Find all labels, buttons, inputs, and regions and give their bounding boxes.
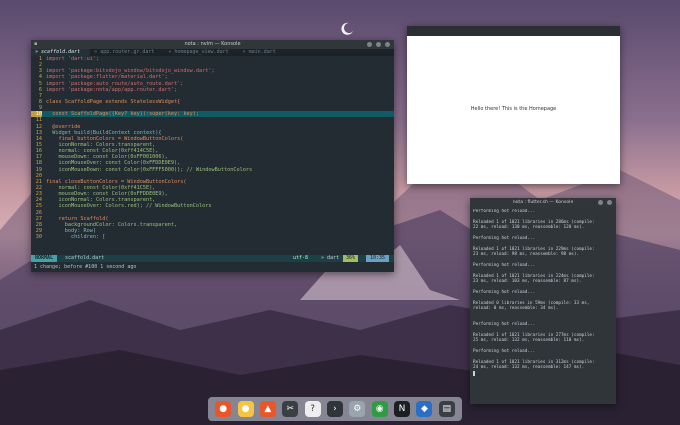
buffer-tabline: » scaffold.dart » app.router.gr.dart » h… (31, 49, 394, 56)
tab-main-dart[interactable]: » main.dart (239, 49, 286, 56)
terminal-line: 24 ms, reload: 132 ms, reassemble: 147 m… (473, 365, 585, 371)
line-text: Widget build(BuildContext context){ (46, 129, 162, 136)
terminal-window-title: nota : flutter.sh — Konsole (512, 200, 574, 205)
dock: ● ● ▲ ✂? › ⚙ ◉ N ◆ ▤ (208, 397, 462, 421)
help-icon[interactable]: ? (304, 401, 321, 417)
line-number: 30 (35, 234, 42, 241)
status-line: NORMAL scaffold.dart utf-8 » dart 36% 10… (31, 255, 394, 262)
line-text: import 'dart:ui'; (46, 56, 100, 62)
line-text: final buttonColors = WindowButtonColors( (46, 135, 184, 142)
line-text: children: [ (46, 234, 106, 241)
terminal-icon[interactable]: › (326, 401, 343, 417)
tab-homepage-view[interactable]: » homepage_view.dart (164, 49, 238, 56)
line-text: import 'package:bitsdojo_window/bitsdojo… (46, 68, 215, 75)
code-line[interactable]: 30 children: [ (31, 234, 394, 240)
status-filetype: » dart (321, 255, 340, 261)
office-icon[interactable]: ▲ (259, 401, 276, 417)
terminal-cursor (473, 370, 475, 376)
tab-scaffold-dart[interactable]: » scaffold.dart (31, 49, 91, 56)
line-text: import 'package:auto_route/auto_route.da… (46, 80, 184, 87)
terminal-titlebar[interactable]: nota : flutter.sh — Konsole (470, 198, 616, 207)
terminal-window[interactable]: nota : flutter.sh — Konsole Performing h… (470, 198, 616, 404)
terminal-minimize-button[interactable] (598, 200, 603, 205)
status-encoding: utf-8 (293, 255, 309, 261)
window-menu-icon[interactable]: ▪ (34, 40, 37, 49)
line-text: import 'package:nota/app/app.router.dart… (46, 86, 178, 93)
tools-icon[interactable]: ✂ (282, 401, 299, 417)
vscode-icon[interactable]: ◆ (416, 401, 433, 417)
editor-window[interactable]: ▪ nota : nvim — Konsole » scaffold.dart … (31, 40, 394, 272)
code-editor-area[interactable]: 1 import 'dart:ui'; 2 3 import 'package:bits… (31, 56, 394, 252)
line-text: normal: const Color(0xff414C5E), (46, 148, 159, 155)
line-text: mouseDown: const Color(0xFFDDE0E9), (46, 191, 168, 198)
maximize-button[interactable] (376, 42, 381, 47)
editor-window-title: nota : nvim — Konsole (184, 41, 241, 47)
line-text: body: Row( (46, 227, 96, 234)
line-text: const ScaffoldPage({Key? key}):super(key… (46, 111, 200, 118)
line-text: iconNormal: Colors.transparent, (46, 197, 156, 204)
tab-app-router[interactable]: » app.router.gr.dart (90, 49, 164, 56)
settings-icon[interactable]: ⚙ (349, 401, 366, 417)
line-text: @override (46, 123, 81, 130)
message-line: 1 change; before #100 1 second ago (34, 264, 137, 270)
mode-indicator: NORMAL (31, 255, 58, 262)
line-text: normal: const Color(0xff41C5E), (46, 184, 156, 191)
status-filename: scaffold.dart (65, 255, 105, 261)
line-text: iconMouseOver: const Color(0xFFDDE0E9), (46, 160, 181, 167)
app-preview-window[interactable]: Hello there! This is the Homepage (407, 26, 620, 184)
app-titlebar[interactable] (407, 26, 620, 36)
minimize-button[interactable] (367, 42, 372, 47)
close-button[interactable] (385, 42, 390, 47)
status-percent: 36% (343, 255, 359, 262)
notes-icon[interactable]: ● (237, 401, 254, 417)
neovim-icon[interactable]: N (394, 401, 411, 417)
terminal-close-button[interactable] (607, 200, 612, 205)
firefox-icon[interactable]: ● (215, 401, 232, 417)
line-text: mouseDown: const Color(0xFF001006), (46, 154, 168, 161)
status-position: 10:35 (366, 255, 390, 262)
line-text: iconMouseDown: const Color(0xFFFF5000));… (46, 166, 253, 173)
chrome-icon[interactable]: ◉ (371, 401, 388, 417)
line-text: iconNormal: Colors.transparent, (46, 141, 156, 148)
files-icon[interactable]: ▤ (438, 401, 455, 417)
line-text: return Scaffold( (46, 215, 109, 222)
line-text: final closeButtonColors = WindowButtonCo… (46, 178, 187, 185)
line-text: iconMouseOver: Colors.red); // WindowBut… (46, 203, 212, 210)
editor-titlebar[interactable]: ▪ nota : nvim — Konsole (31, 40, 394, 49)
line-text: backgroundColor: Colors.transparent, (46, 221, 178, 228)
terminal-output[interactable]: Performing hot reload... Reloaded 1 of 10… (473, 209, 613, 401)
line-text: class ScaffoldPage extends StatelessWidg… (46, 98, 181, 105)
line-text: import 'package:flutter/material.dart'; (46, 74, 168, 81)
homepage-message: Hello there! This is the Homepage (470, 106, 557, 112)
